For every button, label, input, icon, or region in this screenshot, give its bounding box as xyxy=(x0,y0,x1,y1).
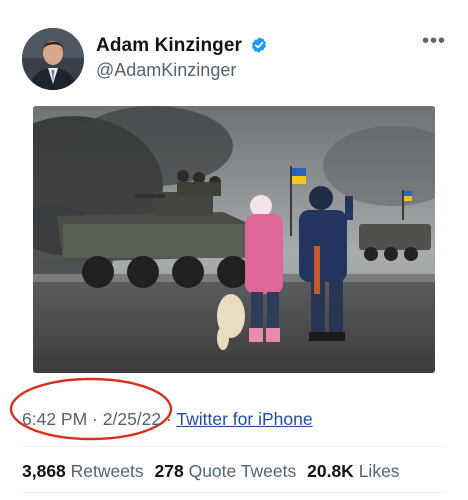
tweet-stats: 3,868 Retweets 278 Quote Tweets 20.8K Li… xyxy=(22,461,406,482)
source-link[interactable]: Twitter for iPhone xyxy=(176,409,312,429)
likes-label: Likes xyxy=(358,461,400,481)
retweets-label: Retweets xyxy=(70,461,144,481)
tweet-header: Adam Kinzinger @AdamKinzinger ••• xyxy=(0,0,468,100)
verified-badge-icon xyxy=(250,36,268,54)
more-options-icon[interactable]: ••• xyxy=(422,31,446,51)
avatar[interactable] xyxy=(22,28,84,90)
divider xyxy=(22,446,446,447)
retweets-count: 3,868 xyxy=(22,461,66,481)
quote-tweets-stat[interactable]: 278 Quote Tweets xyxy=(155,461,297,481)
tweet-metadata: 6:42 PM · 2/25/22 · Twitter for iPhone xyxy=(22,409,313,430)
author-name-text[interactable]: Adam Kinzinger xyxy=(96,35,242,56)
author-handle[interactable]: @AdamKinzinger xyxy=(96,60,236,81)
tweet-time[interactable]: 6:42 PM xyxy=(22,409,87,429)
tweet-image[interactable] xyxy=(33,106,435,373)
divider xyxy=(22,492,446,493)
annotation-circle xyxy=(9,377,173,441)
tweet-date[interactable]: 2/25/22 xyxy=(103,409,161,429)
separator-dot: · xyxy=(87,409,103,429)
quote-tweets-label: Quote Tweets xyxy=(188,461,297,481)
likes-stat[interactable]: 20.8K Likes xyxy=(307,461,399,481)
separator-dot: · xyxy=(161,409,177,429)
likes-count: 20.8K xyxy=(307,461,354,481)
quote-tweets-count: 278 xyxy=(154,461,184,481)
author-name[interactable]: Adam Kinzinger xyxy=(96,35,268,57)
retweets-stat[interactable]: 3,868 Retweets xyxy=(22,461,144,481)
